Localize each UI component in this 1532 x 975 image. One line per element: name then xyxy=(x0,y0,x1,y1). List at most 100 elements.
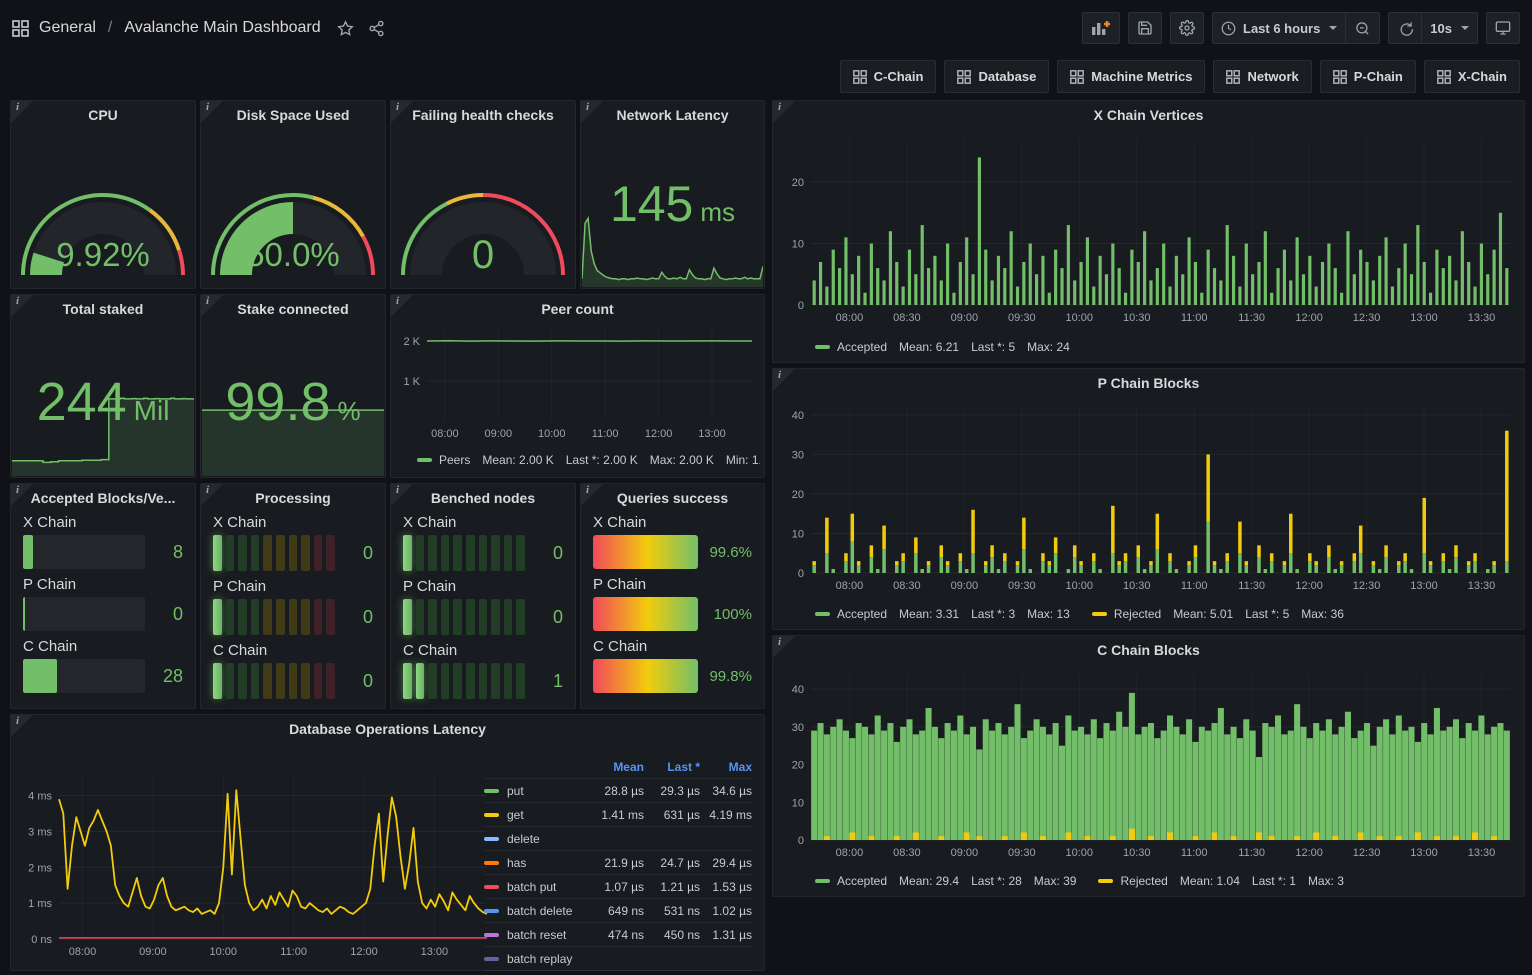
panel-title[interactable]: P Chain Blocks xyxy=(773,369,1524,395)
legend-column-header[interactable]: Max xyxy=(700,760,752,774)
svg-text:08:00: 08:00 xyxy=(836,580,864,592)
legend-swatch xyxy=(1098,879,1113,883)
link-label: P-Chain xyxy=(1354,69,1403,84)
series-label[interactable]: batch reset xyxy=(484,928,588,942)
series-label[interactable]: batch replay xyxy=(484,952,588,966)
legend-label: Rejected xyxy=(1120,874,1167,888)
svg-text:11:30: 11:30 xyxy=(1238,847,1265,859)
link-label: X-Chain xyxy=(1458,69,1507,84)
panel-title[interactable]: Queries success xyxy=(581,484,764,510)
led-gauge xyxy=(403,535,525,571)
panel-p-chain-blocks: i P Chain Blocks 08:0008:3009:0009:3010:… xyxy=(772,368,1525,630)
panel-title[interactable]: Disk Space Used xyxy=(201,101,385,127)
panel-title[interactable]: X Chain Vertices xyxy=(773,101,1524,127)
svg-text:0: 0 xyxy=(798,568,804,580)
dashboard-link-network[interactable]: Network xyxy=(1213,60,1311,93)
led-cell xyxy=(289,535,298,571)
legend-table-row: has21.9 µs24.7 µs29.4 µs xyxy=(484,851,752,875)
legend-stat: Mean: 1.04 xyxy=(1180,874,1240,888)
svg-text:08:00: 08:00 xyxy=(836,312,864,324)
refresh-button[interactable] xyxy=(1388,12,1422,44)
led-cell xyxy=(516,663,525,699)
page-title[interactable]: Avalanche Main Dashboard xyxy=(124,19,320,37)
legend-item[interactable]: RejectedMean: 1.04Last *: 1Max: 3 xyxy=(1098,874,1343,888)
legend-item[interactable]: PeersMean: 2.00 KLast *: 2.00 KMax: 2.00… xyxy=(417,453,760,467)
kiosk-mode-button[interactable] xyxy=(1486,12,1520,44)
legend-stat: Max: 39 xyxy=(1034,874,1077,888)
time-range-picker[interactable]: Last 6 hours xyxy=(1212,12,1346,44)
grid-icon xyxy=(1333,70,1347,84)
panel-title[interactable]: CPU xyxy=(11,101,195,127)
dashboard-link-x-chain[interactable]: X-Chain xyxy=(1424,60,1520,93)
led-cell xyxy=(428,599,437,635)
legend-column-header[interactable]: Last * xyxy=(644,760,700,774)
series-swatch xyxy=(484,957,499,961)
led-gauge-row: X Chain 0 xyxy=(213,514,373,571)
svg-text:12:30: 12:30 xyxy=(1353,847,1381,859)
panel-title[interactable]: C Chain Blocks xyxy=(773,636,1524,662)
series-label[interactable]: delete xyxy=(484,832,588,846)
panel-title[interactable]: Stake connected xyxy=(201,295,385,321)
legend-stat: Last *: 5 xyxy=(1245,607,1289,621)
panel-title[interactable]: Database Operations Latency xyxy=(11,715,764,741)
legend-table-row: batch reset474 ns450 ns1.31 µs xyxy=(484,923,752,947)
svg-text:20: 20 xyxy=(792,489,804,501)
series-last: 531 ns xyxy=(644,904,700,918)
add-panel-button[interactable] xyxy=(1082,12,1120,44)
panel-title[interactable]: Total staked xyxy=(11,295,195,321)
led-cell xyxy=(491,663,500,699)
led-cell xyxy=(516,535,525,571)
dashboard-grid-icon[interactable] xyxy=(12,20,29,37)
svg-text:10:30: 10:30 xyxy=(1123,580,1151,592)
row-value: 8 xyxy=(155,542,183,563)
dashboard-link-p-chain[interactable]: P-Chain xyxy=(1320,60,1416,93)
panel-processing: i Processing X Chain 0 P Chain 0 C Chain… xyxy=(200,483,386,709)
series-label[interactable]: batch delete xyxy=(484,904,588,918)
panel-title[interactable]: Processing xyxy=(201,484,385,510)
dashboard-link-database[interactable]: Database xyxy=(944,60,1049,93)
refresh-interval-picker[interactable]: 10s xyxy=(1422,12,1478,44)
row-label: P Chain xyxy=(593,576,752,593)
breadcrumb-section[interactable]: General xyxy=(39,19,96,37)
panel-title[interactable]: Peer count xyxy=(391,295,764,321)
series-label[interactable]: put xyxy=(484,784,588,798)
legend-item[interactable]: AcceptedMean: 3.31Last *: 3Max: 13 xyxy=(815,607,1070,621)
legend-swatch xyxy=(417,458,432,462)
legend-item[interactable]: RejectedMean: 5.01Last *: 5Max: 36 xyxy=(1092,607,1344,621)
bar-gauge-row: X Chain 8 xyxy=(23,514,183,569)
panel-title[interactable]: Accepted Blocks/Ve... xyxy=(11,484,195,510)
dashboard-settings-button[interactable] xyxy=(1170,12,1204,44)
series-label[interactable]: has xyxy=(484,856,588,870)
led-cell xyxy=(453,599,462,635)
panel-title[interactable]: Benched nodes xyxy=(391,484,575,510)
panel-title[interactable]: Failing health checks xyxy=(391,101,575,127)
legend-item[interactable]: AcceptedMean: 6.21Last *: 5Max: 24 xyxy=(815,340,1070,354)
legend-item[interactable]: AcceptedMean: 29.4Last *: 28Max: 39 xyxy=(815,874,1076,888)
toolbar: Last 6 hours 10s xyxy=(1082,12,1520,44)
legend-column-header[interactable]: Mean xyxy=(588,760,644,774)
svg-text:11:00: 11:00 xyxy=(1181,580,1208,592)
bar-gauge xyxy=(23,535,145,569)
monitor-icon xyxy=(1495,20,1511,36)
dashboard-link-machine-metrics[interactable]: Machine Metrics xyxy=(1057,60,1205,93)
star-icon[interactable] xyxy=(337,20,354,37)
series-label[interactable]: batch put xyxy=(484,880,588,894)
zoom-out-time-button[interactable] xyxy=(1346,12,1380,44)
svg-text:30: 30 xyxy=(792,722,804,734)
led-cell xyxy=(403,663,412,699)
led-cell xyxy=(428,535,437,571)
panel-peer-count: i Peer count 08:0009:0010:0011:0012:0013… xyxy=(390,294,765,478)
dashboard-links: C-ChainDatabaseMachine MetricsNetwork P-C… xyxy=(840,60,1520,93)
led-gauge-row: P Chain 0 xyxy=(213,578,373,635)
dashboard-link-c-chain[interactable]: C-Chain xyxy=(840,60,937,93)
svg-text:11:30: 11:30 xyxy=(1238,580,1265,592)
led-cell xyxy=(213,599,222,635)
panel-title[interactable]: Network Latency xyxy=(581,101,764,127)
series-label[interactable]: get xyxy=(484,808,588,822)
stake-connected-value: 99.8% xyxy=(201,371,385,433)
save-dashboard-button[interactable] xyxy=(1128,12,1162,44)
share-icon[interactable] xyxy=(368,20,385,37)
panel-database-operations-latency: i Database Operations Latency 08:0009:00… xyxy=(10,714,765,971)
row-value: 100% xyxy=(708,606,752,623)
clock-icon xyxy=(1221,21,1236,36)
